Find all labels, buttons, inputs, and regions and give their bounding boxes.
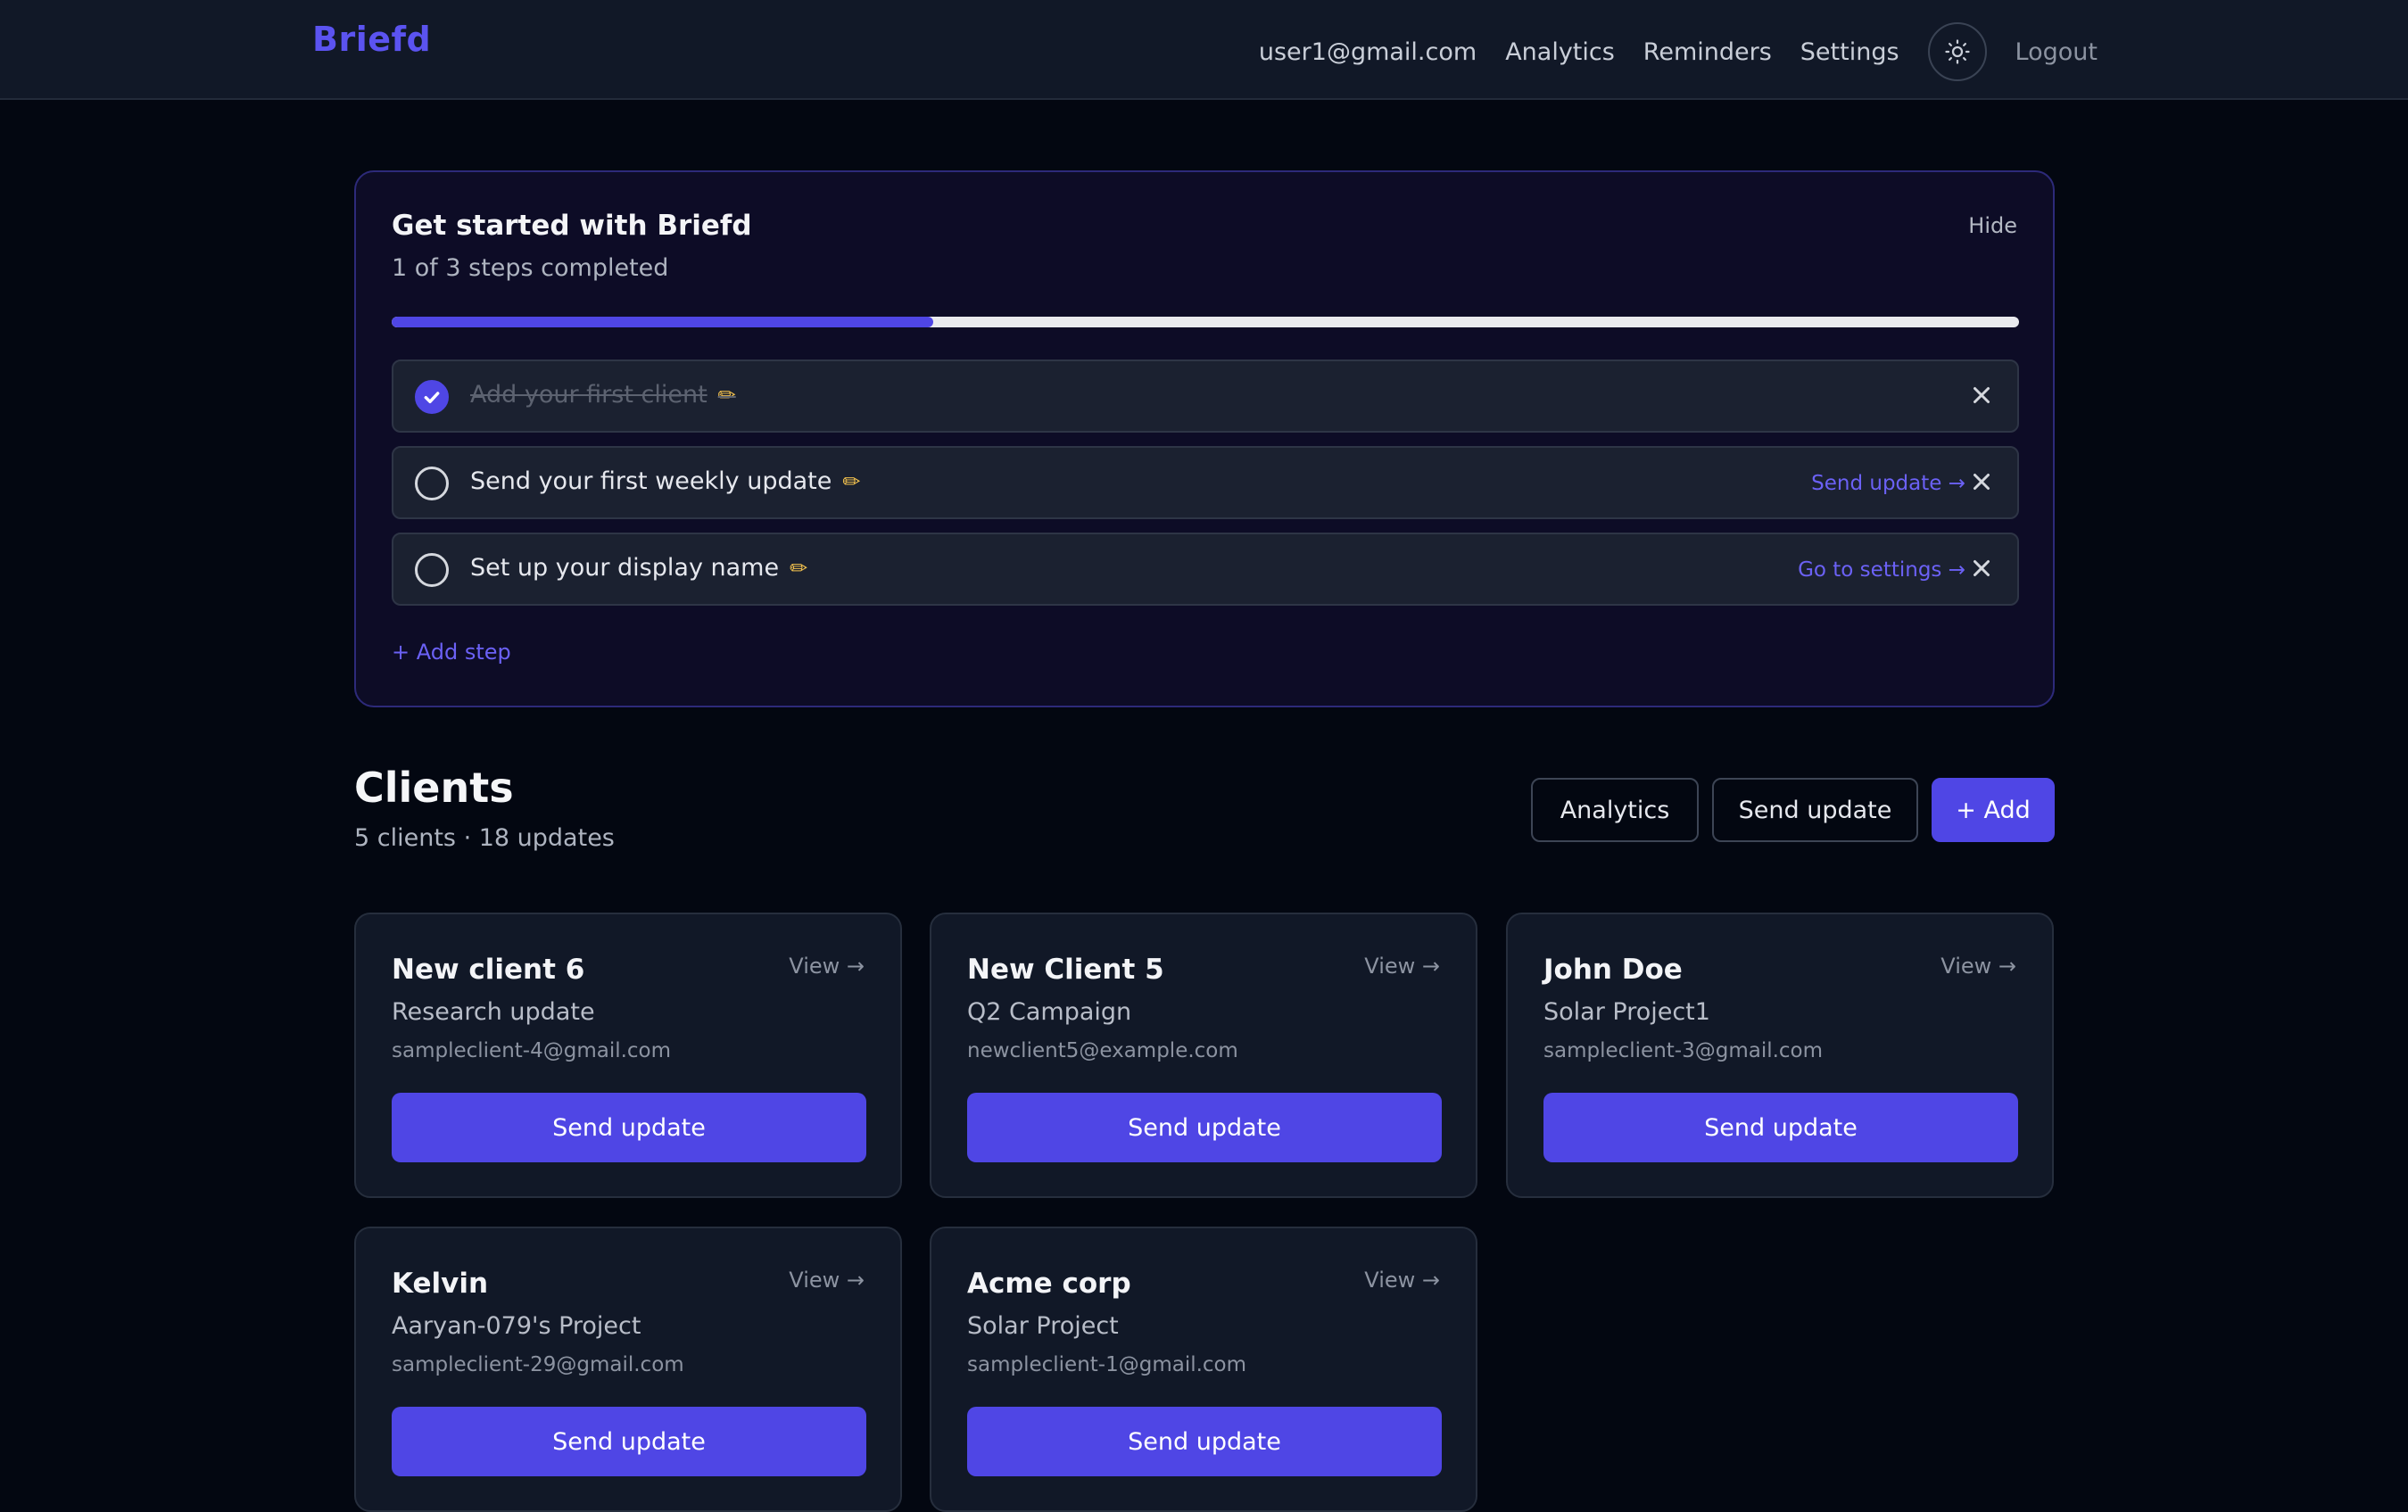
client-project: Solar Project [967,1312,1119,1340]
onboarding-step: Send your first weekly update ✏ Send upda… [392,446,2019,519]
step-label: Add your first client ✏ [470,381,736,409]
clients-heading: Clients [354,764,514,812]
view-client-link[interactable]: View → [789,1268,865,1293]
sun-icon [1944,39,1970,64]
brand-logo[interactable]: Briefd [312,20,431,59]
add-client-button[interactable]: + Add [1932,778,2055,842]
step-checkbox[interactable] [415,467,449,500]
view-client-link[interactable]: View → [1364,1268,1440,1293]
close-icon[interactable] [1965,466,1998,498]
client-send-update-button[interactable]: Send update [392,1093,866,1162]
onboarding-progress-bar [392,317,2019,327]
add-step-link[interactable]: + Add step [392,640,511,665]
step-checkbox-checked[interactable] [415,380,449,414]
hide-onboarding-button[interactable]: Hide [1968,213,2017,238]
step-label: Set up your display name ✏ [470,554,807,582]
step-action-send-update-link[interactable]: Send update → [1811,472,1965,495]
client-project: Aaryan-079's Project [392,1312,641,1340]
onboarding-step: Add your first client ✏ [392,359,2019,433]
theme-toggle-button[interactable] [1927,22,1987,81]
client-send-update-button[interactable]: Send update [967,1093,1442,1162]
client-card: John Doe View → Solar Project1 samplecli… [1506,913,2054,1198]
client-email: newclient5@example.com [967,1039,1238,1062]
analytics-button[interactable]: Analytics [1531,778,1699,842]
client-name: New client 6 [392,954,585,986]
client-email: sampleclient-4@gmail.com [392,1039,672,1062]
step-label-text: Set up your display name [470,554,780,582]
client-send-update-button[interactable]: Send update [967,1407,1442,1476]
client-email: sampleclient-3@gmail.com [1543,1039,1824,1062]
client-send-update-button[interactable]: Send update [1543,1093,2018,1162]
step-label-text: Add your first client [470,381,708,409]
client-card: New Client 5 View → Q2 Campaign newclien… [930,913,1477,1198]
view-client-link[interactable]: View → [1940,954,2016,979]
clients-summary: 5 clients · 18 updates [354,824,615,852]
onboarding-title: Get started with Briefd [392,210,752,242]
view-client-link[interactable]: View → [789,954,865,979]
step-label: Send your first weekly update ✏ [470,467,860,495]
client-name: New Client 5 [967,954,1164,986]
step-checkbox[interactable] [415,553,449,587]
nav-analytics-link[interactable]: Analytics [1505,38,1615,66]
step-action-settings-link[interactable]: Go to settings → [1798,558,1965,582]
onboarding-progress-text: 1 of 3 steps completed [392,254,669,282]
pencil-icon[interactable]: ✏ [718,383,736,408]
nav-reminders-link[interactable]: Reminders [1643,38,1772,66]
view-client-link[interactable]: View → [1364,954,1440,979]
pencil-icon[interactable]: ✏ [790,556,807,581]
client-name: Acme corp [967,1268,1131,1300]
client-project: Research update [392,998,595,1026]
onboarding-step: Set up your display name ✏ Go to settings… [392,533,2019,606]
top-navbar: Briefd user1@gmail.com Analytics Reminde… [0,0,2408,100]
onboarding-checklist: Get started with Briefd 1 of 3 steps com… [354,170,2055,707]
nav-user-email: user1@gmail.com [1258,37,1477,66]
step-label-text: Send your first weekly update [470,467,832,495]
client-email: sampleclient-29@gmail.com [392,1353,684,1376]
client-name: John Doe [1543,954,1683,986]
onboarding-progress-fill [392,317,934,327]
logout-link[interactable]: Logout [2015,38,2098,66]
client-card: Acme corp View → Solar Project samplecli… [930,1227,1477,1512]
nav-links: user1@gmail.com Analytics Reminders Sett… [1259,22,2098,81]
client-project: Solar Project1 [1543,998,1710,1026]
close-icon[interactable] [1965,379,1998,411]
send-update-button[interactable]: Send update [1712,778,1918,842]
client-send-update-button[interactable]: Send update [392,1407,866,1476]
client-email: sampleclient-1@gmail.com [967,1353,1247,1376]
close-icon[interactable] [1965,552,1998,584]
client-project: Q2 Campaign [967,998,1132,1026]
nav-settings-link[interactable]: Settings [1800,38,1899,66]
check-icon [424,392,440,404]
client-card: New client 6 View → Research update samp… [354,913,902,1198]
client-card: Kelvin View → Aaryan-079's Project sampl… [354,1227,902,1512]
pencil-icon[interactable]: ✏ [842,469,860,494]
client-name: Kelvin [392,1268,489,1300]
